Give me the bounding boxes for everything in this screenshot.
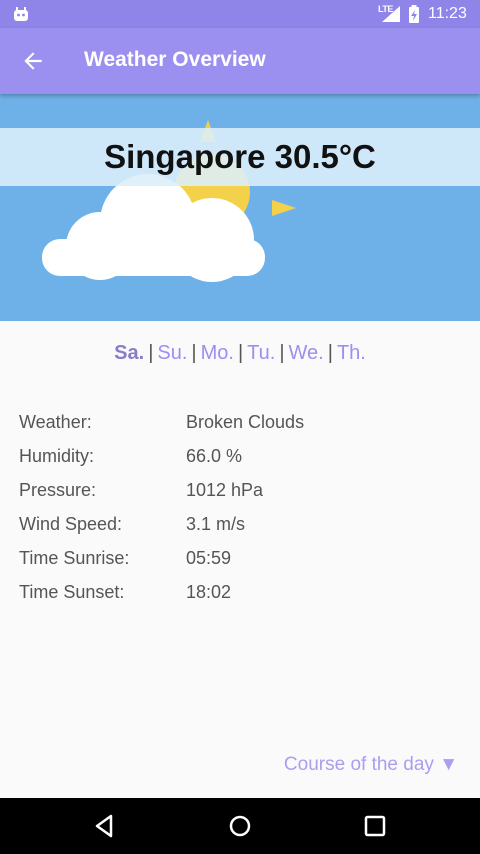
battery-icon: [409, 5, 419, 23]
detail-row: Weather: Broken Clouds: [19, 410, 459, 444]
detail-label: Humidity:: [19, 446, 95, 466]
page-title: Weather Overview: [84, 48, 266, 71]
status-time: 11:23: [428, 5, 467, 22]
nav-recent-icon[interactable]: [361, 812, 389, 840]
detail-row: Wind Speed: 3.1 m/s: [19, 512, 459, 546]
day-separator: |: [237, 342, 244, 364]
detail-value: 05:59: [186, 548, 232, 568]
course-of-day-button[interactable]: Course of the day ▼: [284, 754, 458, 776]
nav-back-icon[interactable]: [91, 812, 119, 840]
day-tab[interactable]: Su.: [157, 342, 187, 364]
day-separator: |: [148, 342, 154, 364]
city-temperature: Singapore 30.5°C: [104, 138, 376, 175]
day-tab[interactable]: Mo.: [201, 342, 234, 364]
detail-label: Wind Speed:: [19, 514, 123, 534]
day-tab[interactable]: Th.: [337, 342, 366, 364]
detail-row: Humidity: 66.0 %: [19, 444, 459, 478]
day-tab[interactable]: Sa.: [114, 342, 144, 364]
day-selector: Sa. | Su. | Mo. | Tu. | We. | Th.: [0, 342, 480, 365]
detail-row: Time Sunrise: 05:59: [19, 546, 459, 580]
day-tab[interactable]: Tu.: [247, 342, 275, 364]
detail-row: Time Sunset: 18:02: [19, 580, 459, 614]
detail-value: 66.0 %: [186, 446, 243, 466]
detail-value: Broken Clouds: [186, 412, 305, 432]
course-label: Course of the day: [283, 754, 434, 775]
status-bar: LTE 11:23: [0, 0, 480, 28]
signal-icon: [382, 6, 400, 22]
back-arrow-icon[interactable]: [20, 48, 46, 74]
detail-row: Pressure: 1012 hPa: [19, 478, 459, 512]
day-separator: |: [279, 342, 285, 364]
day-tab[interactable]: We.: [289, 342, 324, 364]
day-separator: |: [191, 342, 197, 364]
detail-value: 3.1 m/s: [186, 514, 246, 534]
weather-hero: Singapore 30.5°C: [0, 94, 480, 321]
detail-label: Weather:: [19, 412, 92, 432]
weather-details: Weather: Broken Clouds Humidity: 66.0 % Pres…: [19, 410, 459, 614]
android-icon: [14, 7, 28, 21]
detail-label: Pressure:: [19, 480, 97, 500]
detail-label: Time Sunrise:: [19, 548, 130, 568]
navigation-bar: [0, 798, 480, 854]
detail-value: 18:02: [186, 582, 232, 602]
app-bar: Weather Overview: [0, 28, 480, 94]
chevron-down-icon: ▼: [439, 754, 458, 775]
detail-value: 1012 hPa: [186, 480, 264, 500]
day-separator: |: [327, 342, 333, 364]
detail-label: Time Sunset:: [19, 582, 125, 602]
nav-home-icon[interactable]: [226, 812, 254, 840]
